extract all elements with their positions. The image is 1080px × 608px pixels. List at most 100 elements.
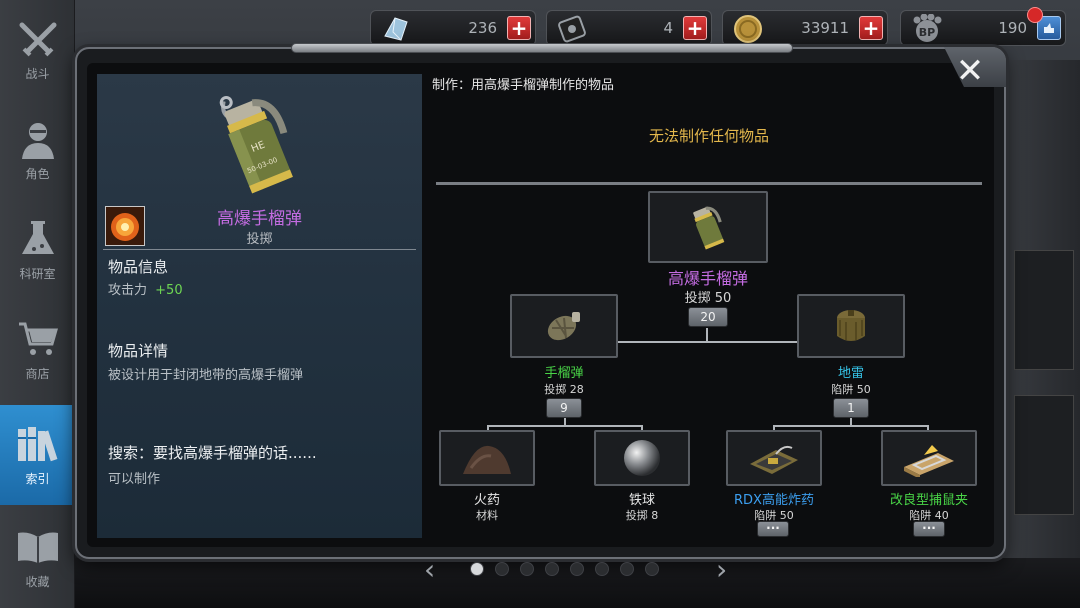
divider: [103, 249, 416, 250]
bp-paw-icon: BP: [911, 13, 942, 44]
tree-leaf-name: 铁球: [628, 493, 655, 508]
page-dot[interactable]: [470, 562, 484, 576]
tree-leaf-sub: 投掷 8: [625, 509, 659, 522]
craft-divider: [436, 182, 982, 185]
prev-page-arrow[interactable]: ‹: [424, 553, 435, 586]
tree-leaf-name: 改良型捕鼠夹: [889, 493, 968, 508]
crossed-swords-icon: [16, 19, 60, 59]
tree-leaf-slot-gunpowder[interactable]: [439, 430, 535, 486]
tree-right-sub: 陷阱 50: [831, 383, 871, 396]
nav-item-index[interactable]: 索引: [0, 405, 75, 505]
tree-line: [706, 328, 708, 342]
close-button[interactable]: ✕: [950, 51, 990, 91]
more-button[interactable]: ···: [913, 521, 945, 537]
page-dot[interactable]: [595, 562, 609, 576]
attack-value: +50: [155, 283, 183, 298]
page-dot[interactable]: [620, 562, 634, 576]
nav-label: 科研室: [19, 266, 56, 281]
tree-root-count: 20: [688, 307, 728, 327]
search-heading: 搜索：要找高爆手榴弹的话......: [108, 444, 317, 462]
page-dot[interactable]: [520, 562, 534, 576]
grenade-icon: [693, 206, 725, 250]
tree-leaf-slot-iron-ball[interactable]: [594, 430, 690, 486]
attack-label: 攻击力: [108, 283, 148, 298]
dialog-handle: [291, 43, 793, 53]
tree-right-slot[interactable]: [797, 294, 905, 358]
tree-leaf-slot-mousetrap[interactable]: [881, 430, 977, 486]
tree-line: [617, 341, 797, 343]
open-book-icon: [16, 527, 60, 567]
tree-left-slot[interactable]: [510, 294, 618, 358]
bp-label: BP: [919, 26, 935, 39]
item-info-panel: HE 50-03-00 高爆手榴弹 投掷 物品信息 攻击力 +50 物品详情 被…: [97, 74, 422, 538]
tree-line: [773, 425, 928, 427]
character-icon: [16, 119, 60, 159]
tree-line: [487, 425, 642, 427]
nav-item-battle[interactable]: 战斗: [0, 0, 75, 100]
bp-add-icon: [1044, 23, 1054, 33]
add-crystal-button[interactable]: +: [507, 16, 531, 40]
background-right-panel: [1000, 60, 1080, 608]
crystal-icon: [381, 14, 411, 44]
item-info-heading: 物品信息: [108, 258, 169, 276]
books-icon: [16, 424, 60, 464]
landmine-icon: [837, 310, 865, 341]
craft-empty-message: 无法制作任何物品: [648, 127, 769, 145]
tree-left-count: 9: [546, 398, 582, 418]
tree-left-sub: 投掷 28: [544, 383, 584, 396]
resource-value: 33911: [801, 19, 849, 37]
resource-crystal: 236 +: [370, 10, 536, 46]
nav-item-lab[interactable]: 科研室: [0, 200, 75, 300]
notification-badge: [1027, 7, 1043, 23]
search-result: 可以制作: [108, 472, 161, 487]
side-nav: 战斗 角色 科研室 商店 索引 收藏: [0, 0, 75, 608]
nav-item-collection[interactable]: 收藏: [0, 508, 75, 608]
page-dot[interactable]: [545, 562, 559, 576]
background-slot: [1014, 395, 1074, 515]
nav-item-shop[interactable]: 商店: [0, 300, 75, 400]
nav-item-character[interactable]: 角色: [0, 100, 75, 200]
item-title: 高爆手榴弹: [217, 209, 302, 229]
coin-icon: [733, 14, 763, 44]
tree-root-name: 高爆手榴弹: [667, 269, 748, 288]
tree-right-count: 1: [833, 398, 869, 418]
add-gold-button[interactable]: +: [859, 16, 883, 40]
grenade-image: HE 50-03-00: [202, 84, 312, 204]
iron-ball-icon: [624, 440, 660, 476]
tree-leaf-name: RDX高能炸药: [734, 493, 814, 508]
tree-right-name: 地雷: [837, 366, 864, 381]
add-card-button[interactable]: +: [683, 16, 707, 40]
gunpowder-icon: [463, 445, 511, 474]
tree-leaf-name: 火药: [473, 493, 500, 508]
nav-label: 商店: [25, 366, 50, 381]
background-slot: [1014, 250, 1074, 370]
tree-root-sub: 投掷 50: [684, 291, 732, 306]
tree-root-slot[interactable]: [648, 191, 768, 263]
page-dot[interactable]: [495, 562, 509, 576]
next-page-arrow[interactable]: ›: [716, 553, 727, 586]
tree-leaf-sub: 材料: [476, 509, 498, 522]
nav-label: 索引: [25, 471, 50, 486]
item-detail-heading: 物品详情: [108, 342, 169, 360]
flask-icon: [16, 219, 60, 259]
nav-label: 收藏: [25, 574, 50, 589]
nav-label: 战斗: [25, 66, 50, 81]
frag-grenade-icon: [547, 312, 580, 341]
more-button[interactable]: ···: [757, 521, 789, 537]
mousetrap-icon: [904, 445, 954, 477]
resource-bp: BP 190: [900, 7, 1066, 46]
item-detail-text: 被设计用于封闭地带的高爆手榴弹: [108, 368, 304, 383]
attack-stat: 攻击力 +50: [108, 279, 183, 298]
page-dot[interactable]: [570, 562, 584, 576]
page-dot[interactable]: [645, 562, 659, 576]
cart-icon: [16, 319, 60, 359]
page-indicator: [470, 562, 659, 578]
craft-header: 制作：用高爆手榴弹制作的物品: [432, 78, 615, 93]
nav-label: 角色: [25, 166, 50, 181]
resource-value: 236: [468, 19, 497, 37]
tree-leaf-slot-rdx[interactable]: [726, 430, 822, 486]
resource-value: 4: [663, 19, 673, 37]
tree-left-name: 手榴弹: [544, 366, 584, 381]
resource-value: 190: [998, 19, 1027, 37]
card-icon: [557, 14, 587, 44]
